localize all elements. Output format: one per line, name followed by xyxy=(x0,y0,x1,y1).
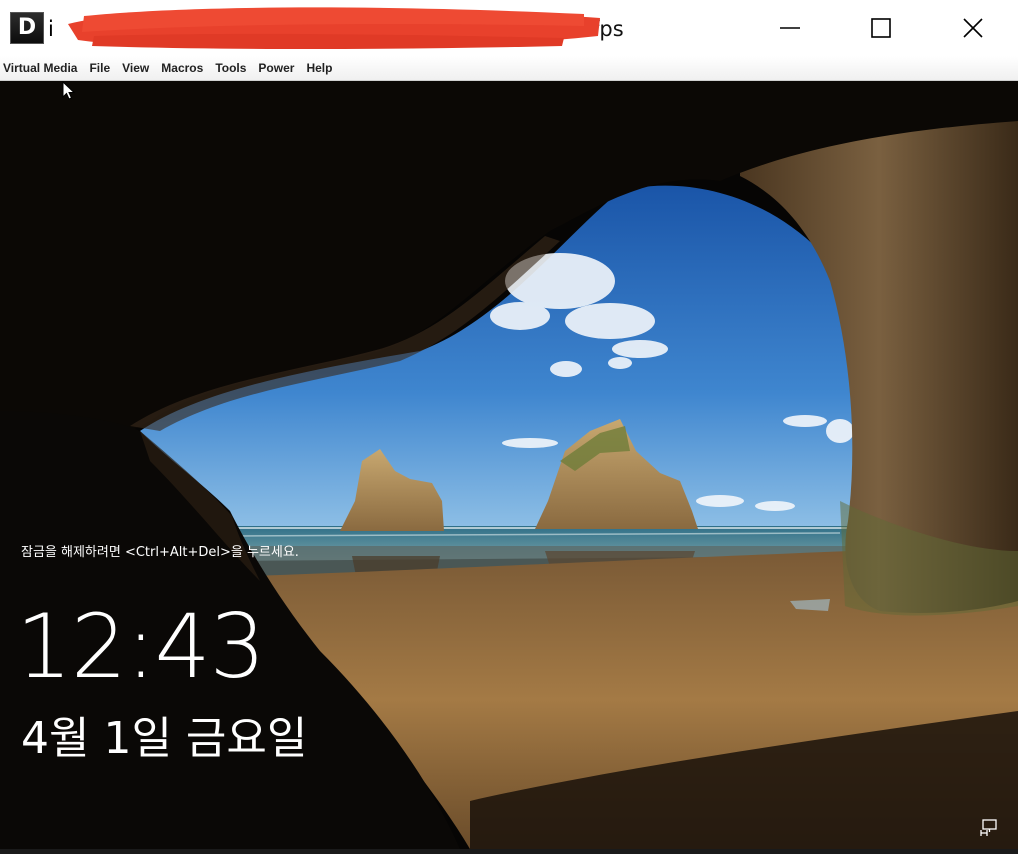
minimize-icon xyxy=(780,27,800,29)
close-button[interactable] xyxy=(927,0,1018,56)
mouse-cursor-icon xyxy=(62,81,76,100)
window-title-prefix: i xyxy=(48,17,54,41)
window-bottom-border xyxy=(0,849,1018,854)
app-logo-icon: D xyxy=(10,12,44,44)
network-icon[interactable] xyxy=(979,819,999,837)
menu-tools[interactable]: Tools xyxy=(209,58,252,78)
maximize-button[interactable] xyxy=(835,0,927,56)
menu-virtual-media[interactable]: Virtual Media xyxy=(0,58,83,78)
menu-view[interactable]: View xyxy=(116,58,155,78)
redaction-mark xyxy=(68,7,600,49)
unlock-hint: 잠금을 해제하려면 <Ctrl+Alt+Del>을 누르세요. xyxy=(21,545,299,560)
close-icon xyxy=(963,18,983,38)
menu-help[interactable]: Help xyxy=(300,58,338,78)
menu-power[interactable]: Power xyxy=(252,58,300,78)
lockscreen-clock: 12:43 xyxy=(16,595,266,698)
remote-screen[interactable]: 잠금을 해제하려면 <Ctrl+Alt+Del>을 누르세요. 12:43 4월… xyxy=(0,81,1018,849)
menu-file[interactable]: File xyxy=(83,58,116,78)
maximize-icon xyxy=(871,18,891,38)
window-titlebar[interactable]: D i fps xyxy=(0,0,1018,56)
menubar: Virtual Media File View Macros Tools Pow… xyxy=(0,56,1018,81)
lockscreen-date: 4월 1일 금요일 xyxy=(21,713,308,764)
menu-macros[interactable]: Macros xyxy=(155,58,209,78)
minimize-button[interactable] xyxy=(744,0,836,56)
